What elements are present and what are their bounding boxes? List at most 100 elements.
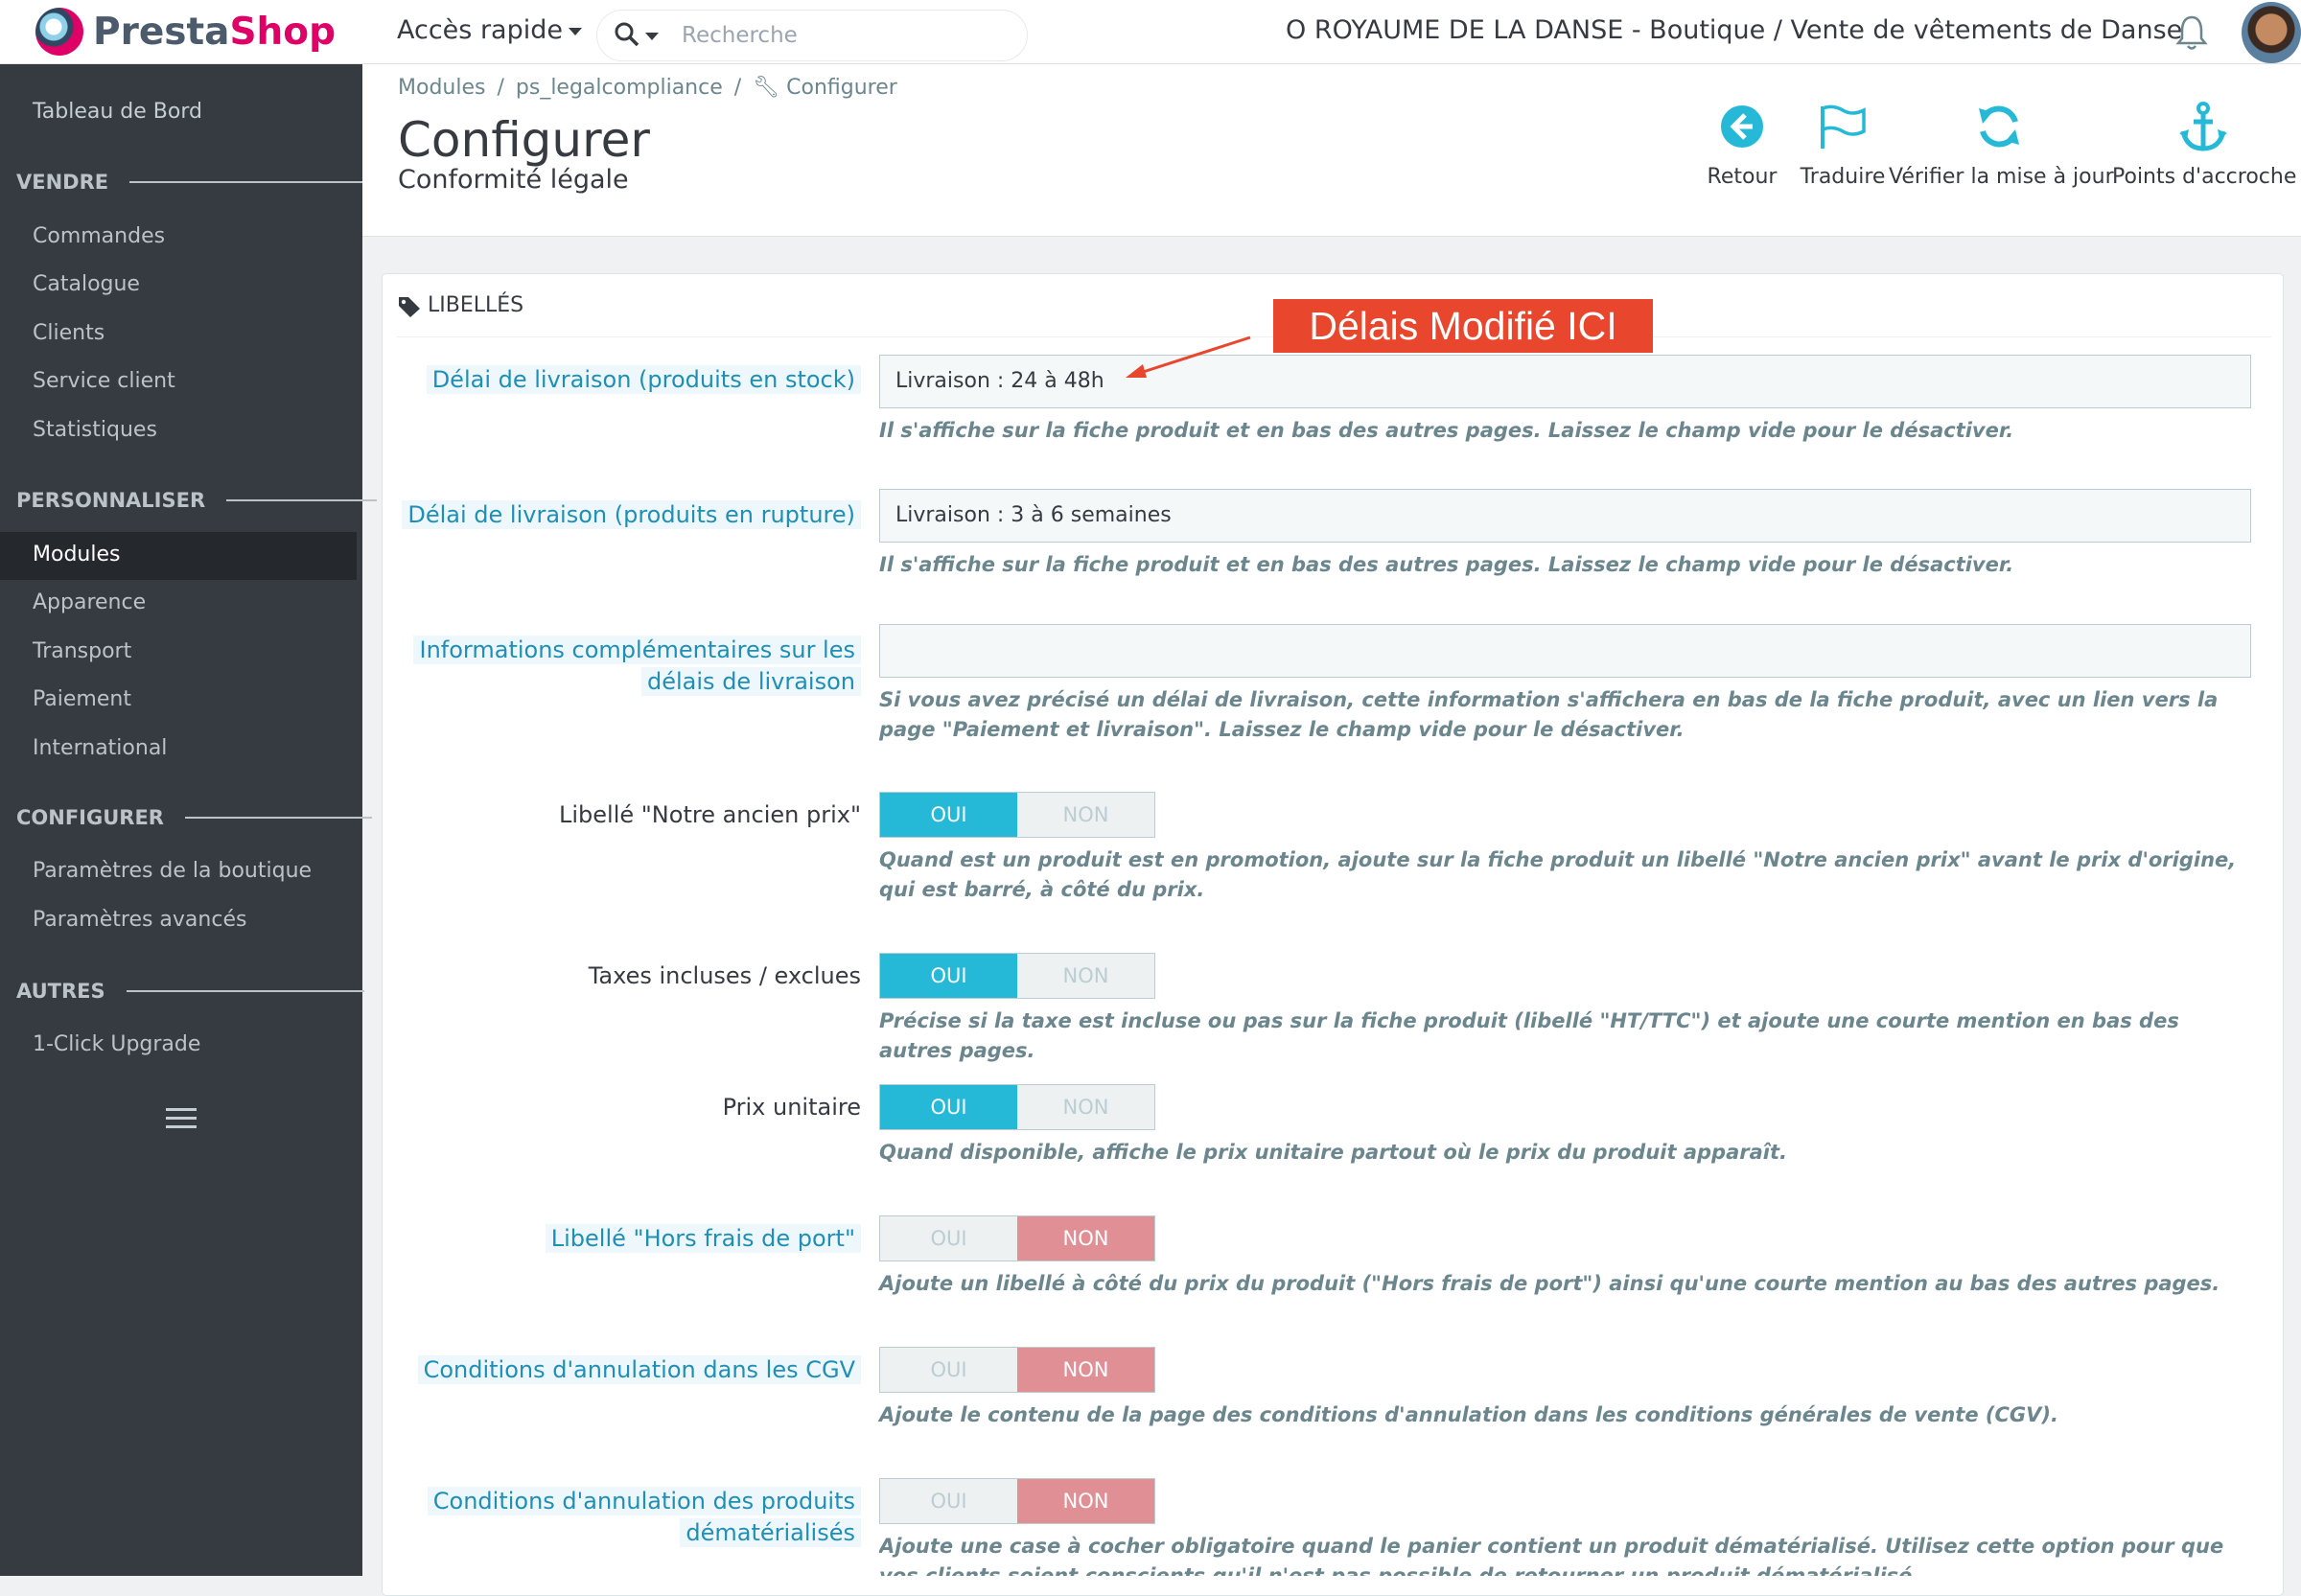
quick-access-dropdown[interactable]: Accès rapide xyxy=(397,15,582,45)
switch-yes[interactable]: OUI xyxy=(880,1348,1017,1392)
label-text: Délai de livraison (produits en rupture) xyxy=(402,500,861,529)
delivery-in-stock-input[interactable]: Livraison : 24 à 48h xyxy=(879,355,2251,408)
switch-yes[interactable]: OUI xyxy=(880,1216,1017,1261)
switch-no[interactable]: NON xyxy=(1017,954,1154,998)
help-text: Ajoute le contenu de la page des conditi… xyxy=(879,1403,2058,1426)
switch-no[interactable]: NON xyxy=(1017,1216,1154,1261)
back-label: Retour xyxy=(1707,165,1778,189)
sidebar-section-autres: AUTRES xyxy=(16,980,364,1003)
field-label-delivery-out-of-stock: Délai de livraison (produits en rupture) xyxy=(402,500,861,529)
switch-yes[interactable]: OUI xyxy=(880,954,1017,998)
sidebar-item-statistiques[interactable]: Statistiques xyxy=(33,418,157,442)
sidebar-item-service-client[interactable]: Service client xyxy=(33,369,175,393)
page-header: Modules / ps_legalcompliance / 🔧︎ Configurer… xyxy=(362,64,2301,237)
flag-icon xyxy=(1821,104,1866,149)
collapse-menu-icon[interactable] xyxy=(166,1108,197,1129)
breadcrumb: Modules / ps_legalcompliance / 🔧︎ Configurer xyxy=(398,76,897,100)
label-text: Conditions d'annulation des produits xyxy=(427,1487,861,1515)
quick-access-label: Accès rapide xyxy=(397,15,563,45)
switch-no[interactable]: NON xyxy=(1017,1348,1154,1392)
help-text: Il s'affiche sur la fiche produit et en … xyxy=(879,419,2014,442)
delivery-out-of-stock-input[interactable]: Livraison : 3 à 6 semaines xyxy=(879,489,2251,543)
field-label-taxes: Taxes incluses / exclues xyxy=(588,962,861,989)
section-title: VENDRE xyxy=(16,171,109,194)
label-text: Conditions d'annulation dans les CGV xyxy=(417,1355,861,1384)
switch-no[interactable]: NON xyxy=(1017,1085,1154,1129)
page-title: Configurer xyxy=(398,112,650,168)
notifications-bell-icon[interactable] xyxy=(2174,13,2209,52)
check-update-button[interactable]: Vérifier la mise à jour xyxy=(1889,101,2114,189)
switch-no[interactable]: NON xyxy=(1017,1479,1154,1523)
search-input[interactable]: Recherche xyxy=(682,23,798,48)
search-icon[interactable] xyxy=(615,22,639,54)
translate-button[interactable]: Traduire xyxy=(1780,101,1905,189)
check-update-label: Vérifier la mise à jour xyxy=(1889,165,2114,189)
sidebar-item-paiement[interactable]: Paiement xyxy=(33,687,131,711)
sidebar-item-label: Modules xyxy=(33,543,121,567)
switch-no[interactable]: NON xyxy=(1017,793,1154,837)
divider xyxy=(129,181,368,183)
caret-down-icon xyxy=(568,27,582,35)
switch-yes[interactable]: OUI xyxy=(880,1085,1017,1129)
sidebar-section-personnaliser: PERSONNALISER xyxy=(16,489,378,512)
label-text: Délai de livraison (produits en stock) xyxy=(426,365,861,394)
logo-text-shop: Shop xyxy=(229,10,337,54)
label-text: délais de livraison xyxy=(641,667,861,696)
sidebar-item-1-click-upgrade[interactable]: 1-Click Upgrade xyxy=(33,1032,200,1056)
label-text: dématérialisés xyxy=(680,1518,861,1547)
field-label-unit-price: Prix unitaire xyxy=(722,1094,861,1121)
switch-yes[interactable]: OUI xyxy=(880,1479,1017,1523)
back-button[interactable]: Retour xyxy=(1689,101,1795,189)
sidebar-item-modules[interactable]: Modules xyxy=(0,532,357,580)
divider xyxy=(126,990,364,992)
shop-name[interactable]: O ROYAUME DE LA DANSE - Boutique / Vente… xyxy=(1286,15,2182,45)
translate-label: Traduire xyxy=(1800,165,1886,189)
old-price-switch[interactable]: OUI NON xyxy=(879,792,1155,838)
sidebar-item-catalogue[interactable]: Catalogue xyxy=(33,272,140,296)
cancellation-virtual-switch[interactable]: OUI NON xyxy=(879,1478,1155,1524)
breadcrumb-modules[interactable]: Modules xyxy=(398,76,485,100)
breadcrumb-module[interactable]: ps_legalcompliance xyxy=(516,76,723,100)
sidebar-section-vendre: VENDRE xyxy=(16,171,368,194)
tags-icon xyxy=(397,295,422,317)
panel-title: LIBELLÉS xyxy=(428,293,524,317)
search-caret-icon[interactable] xyxy=(645,33,659,40)
sidebar: Tableau de Bord VENDRE Commandes Catalog… xyxy=(0,64,378,1576)
employee-avatar[interactable] xyxy=(2242,2,2301,63)
field-label-cancellation-cgv: Conditions d'annulation dans les CGV xyxy=(417,1355,861,1384)
divider xyxy=(184,817,372,819)
hooks-label: Points d'accroche xyxy=(2112,165,2297,189)
sidebar-item-parametres-boutique[interactable]: Paramètres de la boutique xyxy=(33,859,312,883)
sidebar-item-transport[interactable]: Transport xyxy=(33,639,131,663)
labels-panel: LIBELLÉS xyxy=(382,273,2284,1596)
page-subtitle: Conformité légale xyxy=(398,165,629,195)
hooks-button[interactable]: Points d'accroche xyxy=(2112,101,2297,189)
switch-yes[interactable]: OUI xyxy=(880,793,1017,837)
sidebar-item-dashboard[interactable]: Tableau de Bord xyxy=(33,100,202,124)
help-text: Ajoute une case à cocher obligatoire qua… xyxy=(879,1535,2224,1576)
section-title: AUTRES xyxy=(16,980,105,1003)
annotation-arrow-icon xyxy=(1126,335,1251,378)
sidebar-item-parametres-avances[interactable]: Paramètres avancés xyxy=(33,908,246,932)
cancellation-cgv-switch[interactable]: OUI NON xyxy=(879,1347,1155,1393)
top-bar: PrestaShop Accès rapide Recherche O ROYA… xyxy=(0,0,2301,64)
sidebar-item-international[interactable]: International xyxy=(33,736,167,760)
logo-text: PrestaShop xyxy=(93,11,336,54)
search-box[interactable]: Recherche xyxy=(596,10,1028,61)
field-label-delivery-in-stock: Délai de livraison (produits en stock) xyxy=(426,365,861,394)
field-label-cancellation-virtual: Conditions d'annulation des produits dém… xyxy=(427,1486,861,1549)
sidebar-item-clients[interactable]: Clients xyxy=(33,321,105,345)
logo-text-presta: Presta xyxy=(93,10,230,54)
prestashop-logo[interactable]: PrestaShop xyxy=(35,8,336,56)
sidebar-item-commandes[interactable]: Commandes xyxy=(33,224,165,248)
taxes-switch[interactable]: OUI NON xyxy=(879,953,1155,999)
help-text: Quand est un produit est en promotion, a… xyxy=(879,848,2237,901)
sidebar-item-apparence[interactable]: Apparence xyxy=(33,590,146,614)
shipping-excluded-switch[interactable]: OUI NON xyxy=(879,1215,1155,1261)
anchor-icon xyxy=(2179,102,2227,151)
delivery-info-input[interactable] xyxy=(879,624,2251,678)
unit-price-switch[interactable]: OUI NON xyxy=(879,1084,1155,1130)
help-text: Précise si la taxe est incluse ou pas su… xyxy=(879,1009,2179,1062)
section-title: CONFIGURER xyxy=(16,806,164,829)
annotation-callout: Délais Modifié ICI xyxy=(1273,299,1653,353)
